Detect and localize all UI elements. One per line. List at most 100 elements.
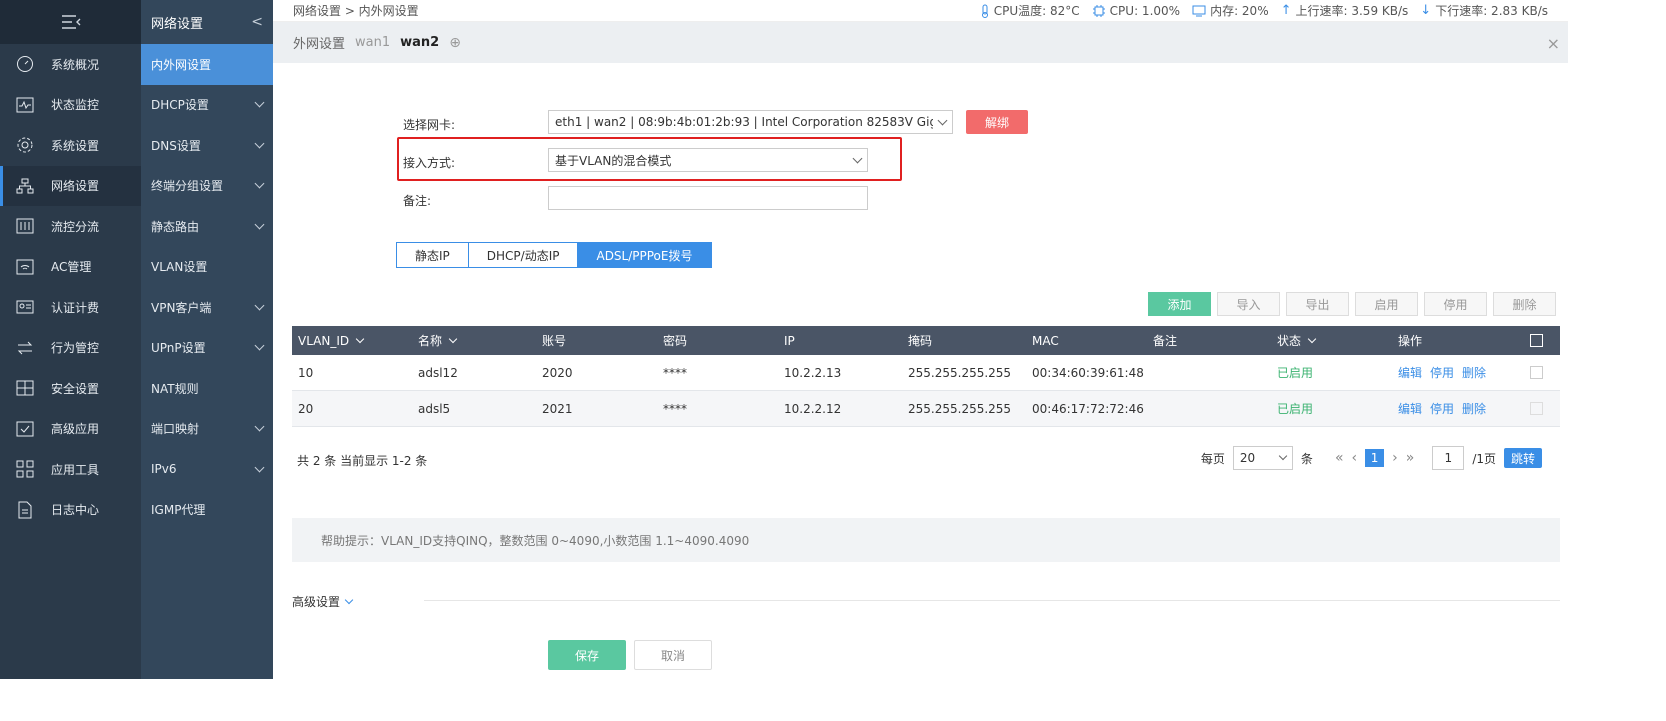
chevron-down-icon: [254, 219, 265, 230]
col-account: 账号: [542, 334, 567, 348]
current-page[interactable]: 1: [1365, 449, 1385, 467]
chevron-down-icon: [344, 595, 354, 604]
subnav-item-label: NAT规则: [151, 381, 199, 396]
select-all-checkbox[interactable]: [1524, 334, 1560, 347]
close-icon[interactable]: ×: [1547, 34, 1560, 53]
chevron-down-icon: [254, 462, 265, 473]
unbind-button[interactable]: 解绑: [966, 110, 1028, 134]
sidebar-item-9[interactable]: 高级应用: [0, 409, 141, 450]
subnav-item-7[interactable]: UPnP设置: [141, 328, 273, 369]
subnav-item-5[interactable]: VLAN设置: [141, 247, 273, 288]
advanced-settings-toggle[interactable]: 高级设置: [292, 593, 354, 610]
prev-page-icon[interactable]: ‹: [1352, 450, 1358, 466]
sidebar-item-label: 行为管控: [51, 341, 100, 356]
page-size-unit: 条: [1300, 451, 1313, 466]
page-size-select[interactable]: 20: [1232, 446, 1293, 470]
collapse-menu-icon[interactable]: [0, 0, 141, 44]
remark-input[interactable]: [548, 186, 868, 210]
sidebar-item-label: 流控分流: [51, 219, 100, 234]
delete-link[interactable]: 删除: [1462, 364, 1486, 381]
subnav-item-label: UPnP设置: [151, 341, 206, 356]
save-button[interactable]: 保存: [548, 640, 626, 670]
add-tab-icon[interactable]: ⊕: [449, 35, 461, 51]
remark-label: 备注:: [403, 194, 432, 208]
subnav-item-8[interactable]: NAT规则: [141, 368, 273, 409]
cell-actions: 编辑 停用 删除: [1392, 364, 1524, 381]
subnav-item-2[interactable]: DNS设置: [141, 125, 273, 166]
total-pages: /1页: [1472, 451, 1496, 466]
subnav-item-3[interactable]: 终端分组设置: [141, 166, 273, 207]
sidebar-item-0[interactable]: 系统概况: [0, 44, 141, 85]
tab-external-settings[interactable]: 外网设置: [293, 33, 345, 52]
cell-actions: 编辑 停用 删除: [1392, 400, 1524, 417]
row-checkbox[interactable]: [1524, 366, 1560, 379]
export-button[interactable]: 导出: [1286, 292, 1349, 316]
disable-button[interactable]: 停用: [1424, 292, 1487, 316]
jump-button[interactable]: 跳转: [1504, 448, 1542, 468]
sidebar-item-5[interactable]: AC管理: [0, 247, 141, 288]
first-page-icon[interactable]: «: [1335, 450, 1344, 466]
tab-wan2[interactable]: wan2: [400, 35, 439, 50]
secondary-sidebar-title: 网络设置: [151, 16, 204, 32]
sidebar-item-3[interactable]: 网络设置: [0, 165, 141, 206]
delete-link[interactable]: 删除: [1462, 400, 1486, 417]
access-mode-select[interactable]: 基于VLAN的混合模式: [548, 148, 868, 172]
col-remark: 备注: [1153, 334, 1178, 348]
subnav-item-10[interactable]: IPv6: [141, 449, 273, 490]
disable-link[interactable]: 停用: [1430, 364, 1454, 381]
sidebar-item-10[interactable]: 应用工具: [0, 449, 141, 490]
subnav-item-4[interactable]: 静态路由: [141, 206, 273, 247]
sidebar-item-2[interactable]: 系统设置: [0, 125, 141, 166]
checkbox-icon: [1530, 334, 1543, 347]
checkbox-icon: [1530, 366, 1543, 379]
subnav-item-9[interactable]: 端口映射: [141, 409, 273, 450]
cpu-chip-icon: [1092, 4, 1105, 17]
last-page-icon[interactable]: »: [1406, 450, 1415, 466]
subnav-item-label: IGMP代理: [151, 503, 206, 518]
col-vlan-id[interactable]: VLAN_ID: [292, 334, 412, 348]
subnav-item-label: 内外网设置: [151, 57, 212, 72]
sidebar-item-4[interactable]: 流控分流: [0, 206, 141, 247]
subnav-item-0[interactable]: 内外网设置: [141, 44, 273, 85]
cancel-button[interactable]: 取消: [634, 640, 712, 670]
col-status[interactable]: 状态: [1271, 332, 1392, 349]
tab-wan1[interactable]: wan1: [355, 35, 390, 50]
mode-tab-dhcp[interactable]: DHCP/动态IP: [467, 242, 579, 268]
chevron-down-icon: [254, 97, 265, 108]
chevron-down-icon: [254, 340, 265, 351]
sidebar-item-8[interactable]: 安全设置: [0, 368, 141, 409]
sidebar-item-11[interactable]: 日志中心: [0, 490, 141, 531]
subnav-item-6[interactable]: VPN客户端: [141, 287, 273, 328]
edit-link[interactable]: 编辑: [1398, 364, 1422, 381]
table-header: VLAN_ID 名称 账号 密码 IP 掩码 MAC 备注 状态 操作: [292, 326, 1560, 355]
page-jump-input[interactable]: 1: [1432, 446, 1465, 470]
mode-tab-static-ip[interactable]: 静态IP: [396, 242, 469, 268]
disable-link[interactable]: 停用: [1430, 400, 1454, 417]
checkbox-icon: [1530, 402, 1543, 415]
page-size-value: 20: [1239, 451, 1256, 465]
subnav-item-1[interactable]: DHCP设置: [141, 85, 273, 126]
sidebar-item-1[interactable]: 状态监控: [0, 85, 141, 126]
sidebar-item-label: 系统设置: [51, 138, 100, 153]
collapse-left-icon[interactable]: <: [251, 14, 263, 30]
delete-button[interactable]: 删除: [1493, 292, 1556, 316]
add-button[interactable]: 添加: [1148, 292, 1211, 316]
subnav-item-11[interactable]: IGMP代理: [141, 490, 273, 531]
advanced-settings-label: 高级设置: [292, 595, 341, 609]
col-name[interactable]: 名称: [412, 332, 536, 349]
sidebar-item-7[interactable]: 行为管控: [0, 328, 141, 369]
sidebar-item-6[interactable]: 认证计费: [0, 287, 141, 328]
access-mode-label: 接入方式:: [403, 156, 456, 170]
edit-link[interactable]: 编辑: [1398, 400, 1422, 417]
cell-mac: 00:34:60:39:61:48: [1032, 365, 1144, 380]
row-checkbox[interactable]: [1524, 402, 1560, 415]
sliders-icon: [14, 217, 36, 235]
sidebar-item-label: 网络设置: [51, 179, 100, 194]
sidebar-item-label: 日志中心: [51, 503, 100, 518]
nic-select[interactable]: eth1 | wan2 | 08:9b:4b:01:2b:93 | Intel …: [548, 110, 953, 134]
mode-tab-pppoe[interactable]: ADSL/PPPoE拨号: [577, 242, 712, 268]
network-icon: [14, 177, 36, 195]
enable-button[interactable]: 启用: [1355, 292, 1418, 316]
next-page-icon[interactable]: ›: [1392, 450, 1398, 466]
import-button[interactable]: 导入: [1217, 292, 1280, 316]
